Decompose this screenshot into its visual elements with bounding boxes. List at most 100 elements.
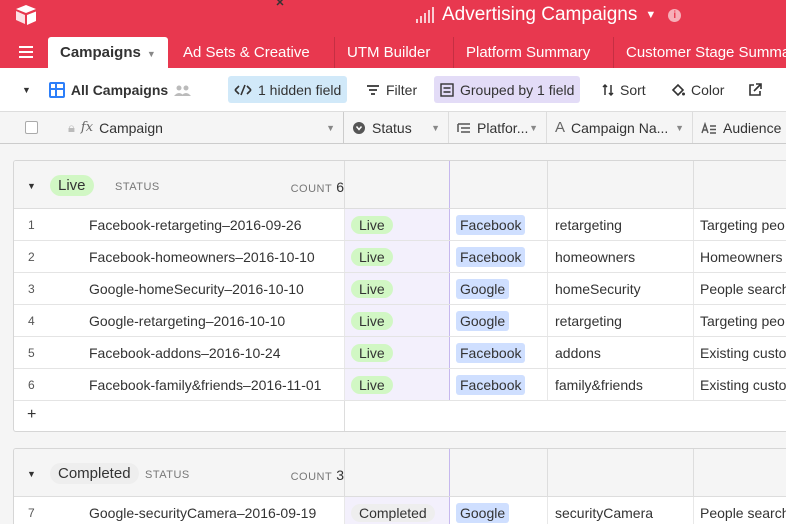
color-button[interactable]: Color (665, 76, 730, 103)
table-row[interactable]: 3 Google-homeSecurity–2016-10-10 Live Go… (14, 273, 786, 305)
chevron-down-icon[interactable]: ▼ (431, 123, 440, 133)
platform-link[interactable]: Google (456, 278, 510, 299)
platform-link[interactable]: Facebook (456, 246, 526, 267)
platform-link[interactable]: Facebook (456, 374, 526, 395)
cell-audience[interactable]: Targeting peo (694, 209, 786, 240)
column-header-platform[interactable]: Platfor... ▼ (449, 112, 547, 143)
lock-icon: 🔒︎ (68, 119, 75, 135)
table-row[interactable]: 5 Facebook-addons–2016-10-24 Live Facebo… (14, 337, 786, 369)
tab-utm-builder[interactable]: UTM Builder (334, 37, 442, 68)
cell-status[interactable]: Live (345, 209, 450, 240)
chevron-down-icon[interactable]: ▼ (147, 49, 156, 59)
paint-bucket-icon (671, 83, 685, 96)
status-badge: Live (351, 247, 393, 266)
cell-audience[interactable]: Existing custo (694, 369, 786, 400)
select-all-checkbox[interactable] (25, 121, 38, 134)
text-field-icon: A (555, 119, 566, 136)
view-switcher[interactable]: ▼ All Campaigns (16, 76, 198, 103)
table-row[interactable]: 1 Facebook-retargeting–2016-09-26 Live F… (14, 209, 786, 241)
cell-campaign-name[interactable]: addons (548, 337, 694, 368)
column-header-status[interactable]: Status ▼ (344, 112, 449, 143)
platform-link[interactable]: Google (456, 502, 510, 523)
cell-campaign[interactable]: Google-homeSecurity–2016-10-10 (74, 273, 345, 304)
row-number: 2 (28, 249, 35, 264)
chevron-down-icon[interactable]: ▼ (326, 123, 335, 133)
cell-campaign[interactable]: Facebook-addons–2016-10-24 (74, 337, 345, 368)
cell-campaign-name[interactable]: homeowners (548, 241, 694, 272)
cell-campaign[interactable]: Google-securityCamera–2016-09-19 (74, 497, 345, 524)
share-view-button[interactable] (742, 76, 768, 103)
linked-record-icon (457, 122, 470, 133)
chevron-down-icon[interactable]: ▼ (22, 85, 31, 95)
cell-platform[interactable]: Facebook (450, 369, 548, 400)
tab-campaigns[interactable]: Campaigns ▼ (48, 37, 168, 68)
collapse-group-icon[interactable]: ▼ (27, 469, 36, 479)
base-title-area[interactable]: Advertising Campaigns ▼ i (416, 4, 682, 26)
chevron-down-icon[interactable]: ▼ (529, 123, 538, 133)
cell-audience[interactable]: People search (694, 273, 786, 304)
cell-status[interactable]: Live (345, 241, 450, 272)
cell-campaign-name[interactable]: retargeting (548, 305, 694, 336)
cell-platform[interactable]: Facebook (450, 209, 548, 240)
grid-header: 🔒︎ fx Campaign ▼ Status ▼ Platfor... ▼ A… (0, 112, 786, 144)
record-group-live: ▼ Live STATUS COUNT 6 1 Facebook-retarget… (13, 160, 786, 432)
platform-link[interactable]: Google (456, 310, 510, 331)
collapse-group-icon[interactable]: ▼ (27, 181, 36, 191)
cell-audience[interactable]: Targeting peo (694, 305, 786, 336)
cell-status[interactable]: Live (345, 337, 450, 368)
cell-campaign[interactable]: Facebook-family&friends–2016-11-01 (74, 369, 345, 400)
platform-link[interactable]: Facebook (456, 214, 526, 235)
table-row[interactable]: 6 Facebook-family&friends–2016-11-01 Liv… (14, 369, 786, 401)
info-icon[interactable]: i (668, 8, 682, 22)
table-row[interactable]: 2 Facebook-homeowners–2016-10-10 Live Fa… (14, 241, 786, 273)
cell-campaign-name[interactable]: family&friends (548, 369, 694, 400)
group-value-pill: Completed (50, 463, 139, 484)
column-header-audience[interactable]: Audience (693, 112, 786, 143)
chevron-down-icon[interactable]: ▼ (645, 9, 656, 21)
menu-icon[interactable] (19, 46, 33, 61)
status-badge: Live (351, 279, 393, 298)
cell-audience[interactable]: Homeowners i (694, 241, 786, 272)
cell-campaign-name[interactable]: retargeting (548, 209, 694, 240)
group-value-pill: Live (50, 175, 94, 196)
add-record-button[interactable]: + (27, 406, 36, 424)
cell-status[interactable]: Live (345, 273, 450, 304)
status-badge: Live (351, 375, 393, 394)
chevron-down-icon[interactable]: ▼ (675, 123, 684, 133)
tab-customer-stage-summary[interactable]: Customer Stage Summa (613, 37, 786, 68)
group-header[interactable]: ▼ Completed STATUS COUNT 3 (14, 449, 786, 497)
filter-button[interactable]: Filter (360, 76, 423, 103)
column-header-campaign[interactable]: 🔒︎ fx Campaign ▼ (60, 112, 344, 143)
group-header[interactable]: ▼ Live STATUS COUNT 6 (14, 161, 786, 209)
group-field-label: STATUS (145, 469, 190, 481)
platform-link[interactable]: Facebook (456, 342, 526, 363)
cell-campaign-name[interactable]: homeSecurity (548, 273, 694, 304)
cell-platform[interactable]: Google (450, 305, 548, 336)
cell-platform[interactable]: Facebook (450, 241, 548, 272)
table-row[interactable]: 4 Google-retargeting–2016-10-10 Live Goo… (14, 305, 786, 337)
hide-fields-button[interactable]: 1 hidden field (228, 76, 348, 103)
table-row[interactable]: 7 Google-securityCamera–2016-09-19 Compl… (14, 497, 786, 524)
collaborators-icon (174, 85, 192, 96)
cell-status[interactable]: Completed (345, 497, 450, 524)
cell-platform[interactable]: Google (450, 497, 548, 524)
cell-platform[interactable]: Google (450, 273, 548, 304)
cell-status[interactable]: Live (345, 369, 450, 400)
cell-campaign-name[interactable]: securityCamera (548, 497, 694, 524)
cell-campaign[interactable]: Facebook-homeowners–2016-10-10 (74, 241, 345, 272)
top-bar: Advertising Campaigns ▼ i (0, 0, 786, 34)
column-header-campaign-name[interactable]: A Campaign Na... ▼ (547, 112, 693, 143)
cell-campaign[interactable]: Google-retargeting–2016-10-10 (74, 305, 345, 336)
cell-audience[interactable]: Existing custo (694, 337, 786, 368)
mouse-cursor-icon (276, 0, 284, 6)
tab-platform-summary[interactable]: Platform Summary (453, 37, 602, 68)
cell-platform[interactable]: Facebook (450, 337, 548, 368)
cell-campaign[interactable]: Facebook-retargeting–2016-09-26 (74, 209, 345, 240)
sort-button[interactable]: Sort (596, 76, 652, 103)
group-button[interactable]: Grouped by 1 field (434, 76, 581, 103)
tab-ad-sets[interactable]: Ad Sets & Creative (171, 37, 322, 68)
add-record-row[interactable]: + (14, 401, 786, 431)
cell-status[interactable]: Live (345, 305, 450, 336)
cell-audience[interactable]: People search (694, 497, 786, 524)
airtable-logo[interactable] (14, 4, 38, 26)
